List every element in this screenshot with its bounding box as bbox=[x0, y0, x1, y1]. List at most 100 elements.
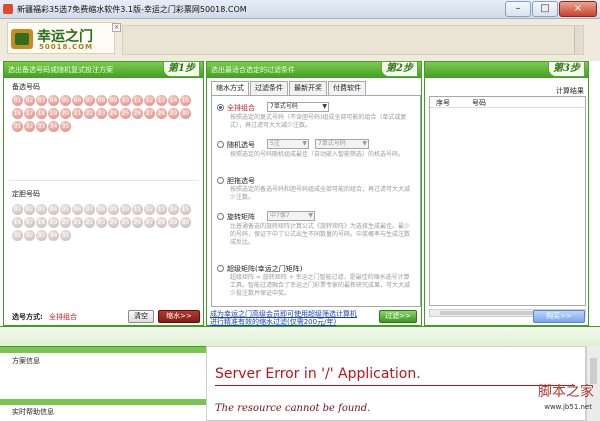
fixed-ball-30[interactable]: 30 bbox=[180, 217, 191, 228]
fixed-ball-04[interactable]: 04 bbox=[48, 204, 59, 215]
result-table[interactable]: 序号 号码 bbox=[429, 96, 586, 306]
pick-ball-21[interactable]: 21 bbox=[72, 108, 83, 119]
pick-ball-11[interactable]: 11 bbox=[132, 95, 143, 106]
pick-ball-07[interactable]: 07 bbox=[84, 95, 95, 106]
pick-ball-04[interactable]: 04 bbox=[48, 95, 59, 106]
option-full-combination[interactable]: 全排组合 7单式号码 ▼ 按照选定的复式号码（不含胆号码)组成全部可能的组合（单… bbox=[217, 102, 417, 137]
fixed-ball-01[interactable]: 01 bbox=[12, 204, 23, 215]
pick-ball-30[interactable]: 30 bbox=[180, 108, 191, 119]
pick-ball-13[interactable]: 13 bbox=[156, 95, 167, 106]
fixed-ball-15[interactable]: 15 bbox=[180, 204, 191, 215]
option-random-pick[interactable]: 随机选号 5注 ▼ 7单式号码 ▼ 按照选定的号码随机组成最佳（自动嵌入智能筛选… bbox=[217, 139, 417, 172]
fixed-ball-21[interactable]: 21 bbox=[72, 217, 83, 228]
fixed-ball-35[interactable]: 35 bbox=[60, 230, 71, 241]
fixed-ball-33[interactable]: 33 bbox=[36, 230, 47, 241]
tab-shrink-mode[interactable]: 缩水方式 bbox=[211, 81, 249, 95]
fixed-ball-14[interactable]: 14 bbox=[168, 204, 179, 215]
fixed-ball-09[interactable]: 09 bbox=[108, 204, 119, 215]
pick-ball-29[interactable]: 29 bbox=[168, 108, 179, 119]
pick-ball-09[interactable]: 09 bbox=[108, 95, 119, 106]
pick-ball-27[interactable]: 27 bbox=[144, 108, 155, 119]
pick-ball-02[interactable]: 02 bbox=[24, 95, 35, 106]
pick-ball-33[interactable]: 33 bbox=[36, 121, 47, 132]
fixed-ball-05[interactable]: 05 bbox=[60, 204, 71, 215]
fixed-ball-07[interactable]: 07 bbox=[84, 204, 95, 215]
fixed-ball-16[interactable]: 16 bbox=[12, 217, 23, 228]
fixed-ball-31[interactable]: 31 bbox=[12, 230, 23, 241]
fixed-ball-34[interactable]: 34 bbox=[48, 230, 59, 241]
fixed-ball-19[interactable]: 19 bbox=[48, 217, 59, 228]
ad-scrollbar[interactable] bbox=[574, 26, 583, 54]
pick-ball-32[interactable]: 32 bbox=[24, 121, 35, 132]
pick-ball-31[interactable]: 31 bbox=[12, 121, 23, 132]
fixed-ball-32[interactable]: 32 bbox=[24, 230, 35, 241]
pick-ball-28[interactable]: 28 bbox=[156, 108, 167, 119]
fixed-ball-08[interactable]: 08 bbox=[96, 204, 107, 215]
fixed-ball-20[interactable]: 20 bbox=[60, 217, 71, 228]
pick-ball-26[interactable]: 26 bbox=[132, 108, 143, 119]
pick-ball-06[interactable]: 06 bbox=[72, 95, 83, 106]
fixed-ball-25[interactable]: 25 bbox=[120, 217, 131, 228]
pick-ball-23[interactable]: 23 bbox=[96, 108, 107, 119]
fixed-ball-12[interactable]: 12 bbox=[144, 204, 155, 215]
pick-ball-17[interactable]: 17 bbox=[24, 108, 35, 119]
radio-super-matrix[interactable] bbox=[217, 265, 224, 272]
buy-button[interactable]: 购买>> bbox=[533, 310, 585, 323]
option-rotating-matrix[interactable]: 旋转矩阵 中7保7 ▼ 比普通备选的旋转矩阵计算公式《旋转矩阵》为选择生成最佳。… bbox=[217, 211, 417, 260]
site-logo[interactable]: 幸运之门 50018.COM bbox=[7, 22, 115, 54]
fixed-ball-03[interactable]: 03 bbox=[36, 204, 47, 215]
clear-button[interactable]: 清空 bbox=[128, 310, 154, 323]
radio-random-pick[interactable] bbox=[217, 141, 224, 148]
pick-ball-15[interactable]: 15 bbox=[180, 95, 191, 106]
minimize-button[interactable]: – bbox=[505, 1, 531, 17]
pick-ball-08[interactable]: 08 bbox=[96, 95, 107, 106]
pick-ball-10[interactable]: 10 bbox=[120, 95, 131, 106]
fixed-ball-24[interactable]: 24 bbox=[108, 217, 119, 228]
pick-ball-34[interactable]: 34 bbox=[48, 121, 59, 132]
maximize-button[interactable]: □ bbox=[532, 1, 558, 17]
pick-ball-14[interactable]: 14 bbox=[168, 95, 179, 106]
fixed-ball-22[interactable]: 22 bbox=[84, 217, 95, 228]
pick-ball-12[interactable]: 12 bbox=[144, 95, 155, 106]
pick-ball-01[interactable]: 01 bbox=[12, 95, 23, 106]
fixed-ball-06[interactable]: 06 bbox=[72, 204, 83, 215]
fixed-ball-26[interactable]: 26 bbox=[132, 217, 143, 228]
pick-ball-22[interactable]: 22 bbox=[84, 108, 95, 119]
pick-ball-35[interactable]: 35 bbox=[60, 121, 71, 132]
random-type-select[interactable]: 7单式号码 ▼ bbox=[315, 139, 369, 149]
pick-ball-03[interactable]: 03 bbox=[36, 95, 47, 106]
fixed-ball-23[interactable]: 23 bbox=[96, 217, 107, 228]
fixed-ball-29[interactable]: 29 bbox=[168, 217, 179, 228]
pick-ball-20[interactable]: 20 bbox=[60, 108, 71, 119]
column-numbers[interactable]: 号码 bbox=[472, 98, 486, 108]
fixed-ball-27[interactable]: 27 bbox=[144, 217, 155, 228]
radio-banker-pick[interactable] bbox=[217, 177, 224, 184]
fixed-ball-28[interactable]: 28 bbox=[156, 217, 167, 228]
option-banker-pick[interactable]: 胆拖选号 按照选定的备选号码和胆号码组成全部可能的组合，再过滤可大大减少注数。 bbox=[217, 176, 417, 206]
fixed-ball-02[interactable]: 02 bbox=[24, 204, 35, 215]
random-count-select[interactable]: 5注 ▼ bbox=[267, 139, 309, 149]
option-super-matrix[interactable]: 超级矩阵(幸运之门矩阵) 超级矩阵 = 旋转矩阵 + 幸运之门智能过滤，是最佳的… bbox=[217, 264, 417, 304]
fixed-ball-13[interactable]: 13 bbox=[156, 204, 167, 215]
pick-ball-05[interactable]: 05 bbox=[60, 95, 71, 106]
shrink-button[interactable]: 缩水>> bbox=[158, 310, 200, 323]
pick-ball-19[interactable]: 19 bbox=[48, 108, 59, 119]
tab-paid-software[interactable]: 付费软件 bbox=[328, 81, 366, 95]
tab-filter-conditions[interactable]: 过滤条件 bbox=[250, 81, 288, 95]
pick-ball-18[interactable]: 18 bbox=[36, 108, 47, 119]
tab-latest-draw[interactable]: 最新开奖 bbox=[289, 81, 327, 95]
fixed-ball-11[interactable]: 11 bbox=[132, 204, 143, 215]
fixed-ball-10[interactable]: 10 bbox=[120, 204, 131, 215]
fixed-ball-17[interactable]: 17 bbox=[24, 217, 35, 228]
radio-rotating-matrix[interactable] bbox=[217, 213, 224, 220]
pick-ball-24[interactable]: 24 bbox=[108, 108, 119, 119]
filter-button[interactable]: 过滤>> bbox=[379, 310, 417, 323]
column-index[interactable]: 序号 bbox=[436, 98, 450, 108]
pick-ball-25[interactable]: 25 bbox=[120, 108, 131, 119]
close-button[interactable]: × bbox=[559, 1, 597, 17]
radio-full-combination[interactable] bbox=[217, 104, 224, 111]
pick-ball-16[interactable]: 16 bbox=[12, 108, 23, 119]
fixed-ball-18[interactable]: 18 bbox=[36, 217, 47, 228]
full-combination-select[interactable]: 7单式号码 ▼ bbox=[267, 102, 329, 112]
matrix-select[interactable]: 中7保7 ▼ bbox=[267, 211, 315, 221]
